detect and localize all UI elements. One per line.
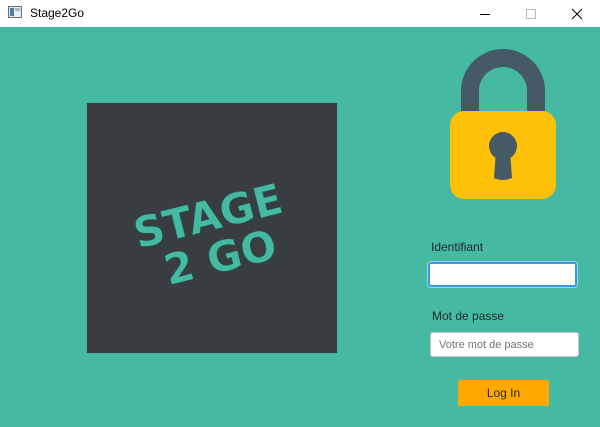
login-button[interactable]: Log In	[458, 380, 549, 406]
password-input[interactable]	[430, 332, 579, 357]
maximize-icon	[526, 8, 536, 19]
login-window-content: STAGE 2 GO Identifiant Mot de passe Log …	[0, 27, 600, 427]
stage2go-logo: STAGE 2 GO	[87, 103, 337, 353]
minimize-button[interactable]	[462, 0, 508, 27]
logo-text: STAGE 2 GO	[87, 103, 337, 353]
close-icon	[571, 8, 583, 19]
username-input[interactable]	[428, 262, 577, 287]
close-button[interactable]	[554, 0, 600, 27]
maximize-button[interactable]	[508, 0, 554, 27]
padlock-icon	[448, 45, 558, 206]
password-label: Mot de passe	[432, 309, 505, 323]
app-window-icon	[8, 6, 22, 18]
minimize-icon	[480, 13, 490, 15]
window-titlebar: Stage2Go	[0, 0, 600, 27]
username-label: Identifiant	[431, 240, 484, 254]
window-title: Stage2Go	[30, 6, 85, 20]
